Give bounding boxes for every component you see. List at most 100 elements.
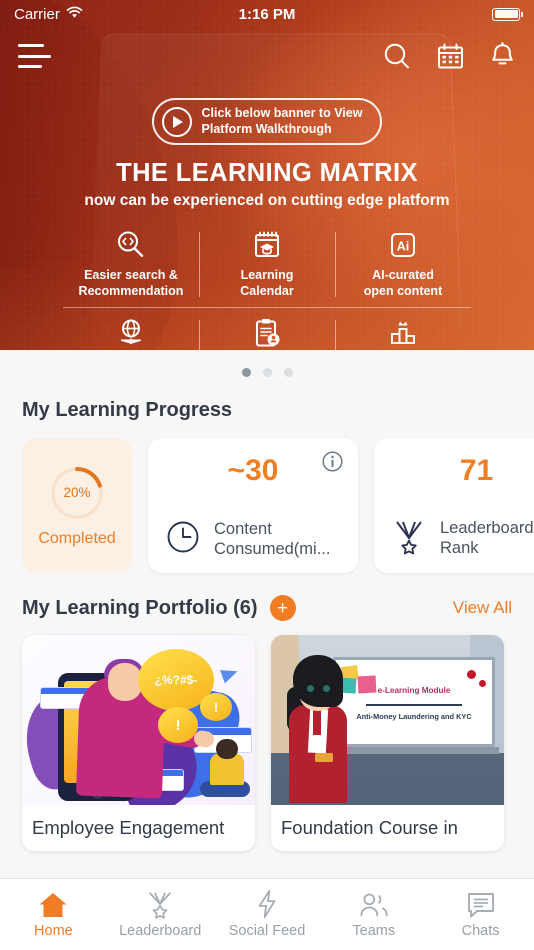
walkthrough-cta-line1: Click below banner to View [201, 106, 363, 120]
progress-card-leaderboard-rank[interactable]: 71 Leaderboard Rank [374, 438, 534, 573]
feature-label: Learning Calendar [203, 268, 331, 299]
tab-label: Social Feed [228, 922, 306, 939]
learning-progress-cards[interactable]: 20% Completed ~30 Content Consumed(mi...… [0, 422, 534, 573]
portfolio-card-employee-engagement[interactable]: ¿%?#$- ! ! Employee Engagement [22, 635, 255, 852]
portfolio-cards[interactable]: ¿%?#$- ! ! Employee Engagement e-Learnin… [0, 621, 534, 852]
podium-crown-icon [339, 316, 467, 350]
stat-label: Leaderboard Rank [440, 519, 534, 559]
add-portfolio-button[interactable]: + [269, 595, 296, 621]
carousel-dot-2[interactable] [262, 368, 272, 377]
carousel-dots[interactable] [0, 350, 534, 387]
medal-icon [145, 891, 175, 919]
app-screen: Carrier 1:16 PM Click below banner to Vi… [0, 0, 534, 950]
feature-social-learning[interactable]: Social Learning [63, 314, 199, 350]
tab-label: Chats [461, 922, 500, 939]
feature-label-line1: Easier search & [84, 268, 178, 283]
feature-label-line1: Learning [240, 268, 294, 283]
walkthrough-cta-text: Click below banner to View Platform Walk… [202, 106, 363, 137]
feature-label-line2: open content [363, 283, 443, 298]
feature-label-line2: Recommendation [78, 283, 184, 298]
progress-card-content-consumed[interactable]: ~30 Content Consumed(mi... [148, 438, 358, 573]
thumb-board-subtitle: Anti-Money Laundering and KYC [356, 712, 472, 721]
feature-leaderboard[interactable]: Leaderboard for Learners [335, 314, 471, 350]
battery-icon [492, 7, 523, 21]
lightning-bolt-icon [254, 889, 280, 919]
search-code-icon [67, 228, 195, 262]
tab-label: Home [34, 922, 73, 939]
hamburger-menu-icon[interactable] [18, 44, 52, 68]
medal-icon [390, 516, 428, 561]
play-icon[interactable] [161, 106, 192, 137]
progress-ring: 20% [48, 464, 106, 522]
view-all-link[interactable]: View All [453, 598, 512, 618]
portfolio-thumbnail: e-Learning Module Anti-Money Laundering … [271, 635, 504, 805]
portfolio-card-title: Foundation Course in [281, 817, 458, 838]
walkthrough-cta-line2: Platform Walkthrough [201, 121, 332, 136]
status-bar-right [492, 7, 523, 21]
status-bar: Carrier 1:16 PM [0, 0, 534, 28]
tab-home[interactable]: Home [0, 891, 107, 939]
stat-bottom: Leaderboard Rank [390, 516, 534, 561]
stat-label-line1: Content [214, 519, 272, 538]
progress-card-caption: Completed [38, 529, 116, 547]
feature-ai-curated[interactable]: Ai AI-curated open content [335, 226, 471, 303]
carousel-dot-3[interactable] [283, 368, 293, 377]
portfolio-card-foundation-course[interactable]: e-Learning Module Anti-Money Laundering … [271, 635, 504, 852]
stat-label: Content Consumed(mi... [214, 520, 330, 560]
carousel-dot-1[interactable] [241, 368, 251, 377]
portfolio-thumbnail: ¿%?#$- ! ! [22, 635, 255, 805]
bell-icon[interactable] [489, 41, 516, 71]
banner-feature-grid: Easier search & Recommendation Learning … [63, 226, 471, 350]
globe-book-icon [67, 316, 195, 350]
thumb-bubble-1: ! [158, 707, 198, 743]
tab-leaderboard[interactable]: Leaderboard [107, 891, 214, 939]
stat-bottom: Content Consumed(mi... [164, 518, 342, 561]
svg-text:Ai: Ai [397, 240, 410, 254]
feature-learning-calendar[interactable]: Learning Calendar [199, 226, 335, 303]
progress-card-completed[interactable]: 20% Completed [22, 438, 132, 573]
walkthrough-cta-button[interactable]: Click below banner to View Platform Walk… [151, 98, 383, 146]
calendar-graduation-icon [203, 228, 331, 262]
thumb-board-title: e-Learning Module [377, 686, 451, 695]
banner-content: Click below banner to View Platform Walk… [0, 84, 534, 350]
tab-teams[interactable]: Teams [320, 891, 427, 939]
feature-label: AI-curated open content [339, 268, 467, 299]
stat-label-line2: Consumed(mi... [214, 539, 331, 558]
home-icon [37, 891, 69, 919]
carrier-label: Carrier [14, 5, 60, 23]
top-navigation-bar [0, 28, 534, 84]
stat-label-line1: Leaderboard [440, 518, 534, 537]
stat-value: 71 [459, 454, 494, 487]
clock-icon [164, 518, 202, 561]
search-icon[interactable] [382, 41, 412, 71]
stat-value: ~30 [227, 454, 279, 487]
feature-label-line1: AI-curated [372, 268, 434, 283]
tab-social-feed[interactable]: Social Feed [214, 889, 321, 939]
bottom-tab-bar: Home Leaderboard Social Feed Teams Chats [0, 878, 534, 950]
thumb-bubble-2: ! [200, 693, 232, 721]
portfolio-title: My Learning Portfolio (6) [22, 596, 258, 619]
people-icon [358, 891, 390, 919]
calendar-icon[interactable] [436, 42, 465, 71]
nav-actions [382, 41, 516, 71]
feature-divider [63, 306, 471, 308]
feature-row-bottom: Social Learning [63, 314, 471, 350]
banner-headline: THE LEARNING MATRIX [116, 159, 418, 188]
portfolio-header: My Learning Portfolio (6) + View All [0, 573, 534, 621]
promo-banner[interactable]: Carrier 1:16 PM Click below banner to Vi… [0, 0, 534, 350]
stat-label-line2: Rank [440, 538, 479, 557]
feature-easier-search[interactable]: Easier search & Recommendation [63, 226, 199, 303]
clipboard-survey-icon [203, 316, 331, 350]
feature-feedback-surveys[interactable]: Feedback surveys [199, 314, 335, 350]
wifi-icon [66, 6, 83, 23]
banner-subhead: now can be experienced on cutting edge p… [84, 192, 450, 210]
feature-label-line2: Calendar [240, 283, 294, 298]
info-icon[interactable] [321, 450, 344, 478]
tab-label: Teams [352, 922, 396, 939]
ai-box-icon: Ai [339, 228, 467, 262]
portfolio-card-title: Employee Engagement [32, 817, 225, 838]
tab-chats[interactable]: Chats [427, 891, 534, 939]
status-bar-left: Carrier [14, 6, 83, 23]
tab-label: Leaderboard [119, 922, 202, 939]
chat-bubble-icon [466, 891, 496, 919]
